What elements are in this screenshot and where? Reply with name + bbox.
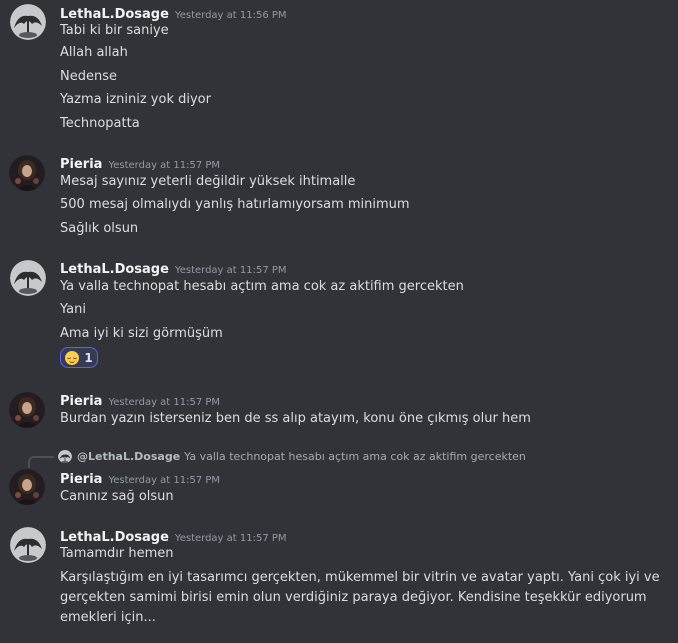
timestamp: Yesterday at 11:57 PM (174, 533, 287, 544)
timestamp: Yesterday at 11:57 PM (108, 160, 221, 171)
reaction-count: 1 (84, 350, 93, 365)
author-name[interactable]: LethaL.Dosage (60, 7, 169, 22)
timestamp: Yesterday at 11:56 PM (174, 10, 287, 21)
reply-avatar (58, 449, 72, 463)
message-text: Nedense (60, 69, 117, 84)
message-header: LethaL.Dosage Yesterday at 11:57 PM (60, 258, 287, 277)
reaction-button[interactable]: 1 (60, 347, 98, 368)
timestamp: Yesterday at 11:57 PM (108, 397, 221, 408)
message-text: Ya valla technopat hesabı açtım ama cok … (60, 279, 464, 294)
message-text: Canınız sağ olsun (60, 489, 174, 504)
reply-connector (28, 456, 54, 468)
reply-preview[interactable]: @LethaL.Dosage Ya valla technopat hesabı… (58, 449, 526, 463)
message-header: LethaL.Dosage Yesterday at 11:57 PM (60, 526, 287, 545)
author-name[interactable]: Pieria (60, 157, 102, 172)
message-text: Ama iyi ki sizi görmüşüm (60, 326, 223, 341)
avatar-pieria[interactable] (9, 469, 45, 505)
message-text: Tamamdır hemen (60, 546, 174, 561)
message-text: Sağlık olsun (60, 221, 139, 236)
message-text: Technopatta (60, 116, 140, 131)
timestamp: Yesterday at 11:57 PM (108, 475, 221, 486)
reply-text[interactable]: Ya valla technopat hesabı açtım ama cok … (184, 450, 526, 463)
relieved-face-icon (65, 350, 80, 365)
avatar-lethal-dosage[interactable] (10, 527, 46, 563)
reply-author[interactable]: @LethaL.Dosage (77, 450, 180, 463)
message-header: Pieria Yesterday at 11:57 PM (60, 153, 220, 172)
message-header: Pieria Yesterday at 11:57 PM (60, 390, 220, 409)
avatar-pieria[interactable] (9, 155, 45, 191)
author-name[interactable]: Pieria (60, 472, 102, 487)
message-text: Yani (60, 302, 86, 317)
message-text: Karşılaştığım en iyi tasarımcı gerçekten… (60, 570, 660, 625)
message-text: Burdan yazın isterseniz ben de ss alıp a… (60, 411, 531, 426)
message-text: Allah allah (60, 45, 128, 60)
author-name[interactable]: Pieria (60, 394, 102, 409)
message-header: Pieria Yesterday at 11:57 PM (60, 468, 220, 487)
author-name[interactable]: LethaL.Dosage (60, 530, 169, 545)
avatar-pieria[interactable] (9, 392, 45, 428)
author-name[interactable]: LethaL.Dosage (60, 262, 169, 277)
message-header: LethaL.Dosage Yesterday at 11:56 PM (60, 3, 287, 22)
avatar-lethal-dosage[interactable] (10, 260, 46, 296)
message-text: Tabi ki bir saniye (60, 23, 169, 38)
message-text: Yazma izniniz yok diyor (60, 92, 211, 107)
avatar-lethal-dosage[interactable] (10, 4, 46, 40)
message-text: 500 mesaj olmalıydı yanlış hatırlamıyors… (60, 197, 410, 212)
timestamp: Yesterday at 11:57 PM (174, 265, 287, 276)
message-text: Mesaj sayınız yeterli değildir yüksek ih… (60, 174, 356, 189)
